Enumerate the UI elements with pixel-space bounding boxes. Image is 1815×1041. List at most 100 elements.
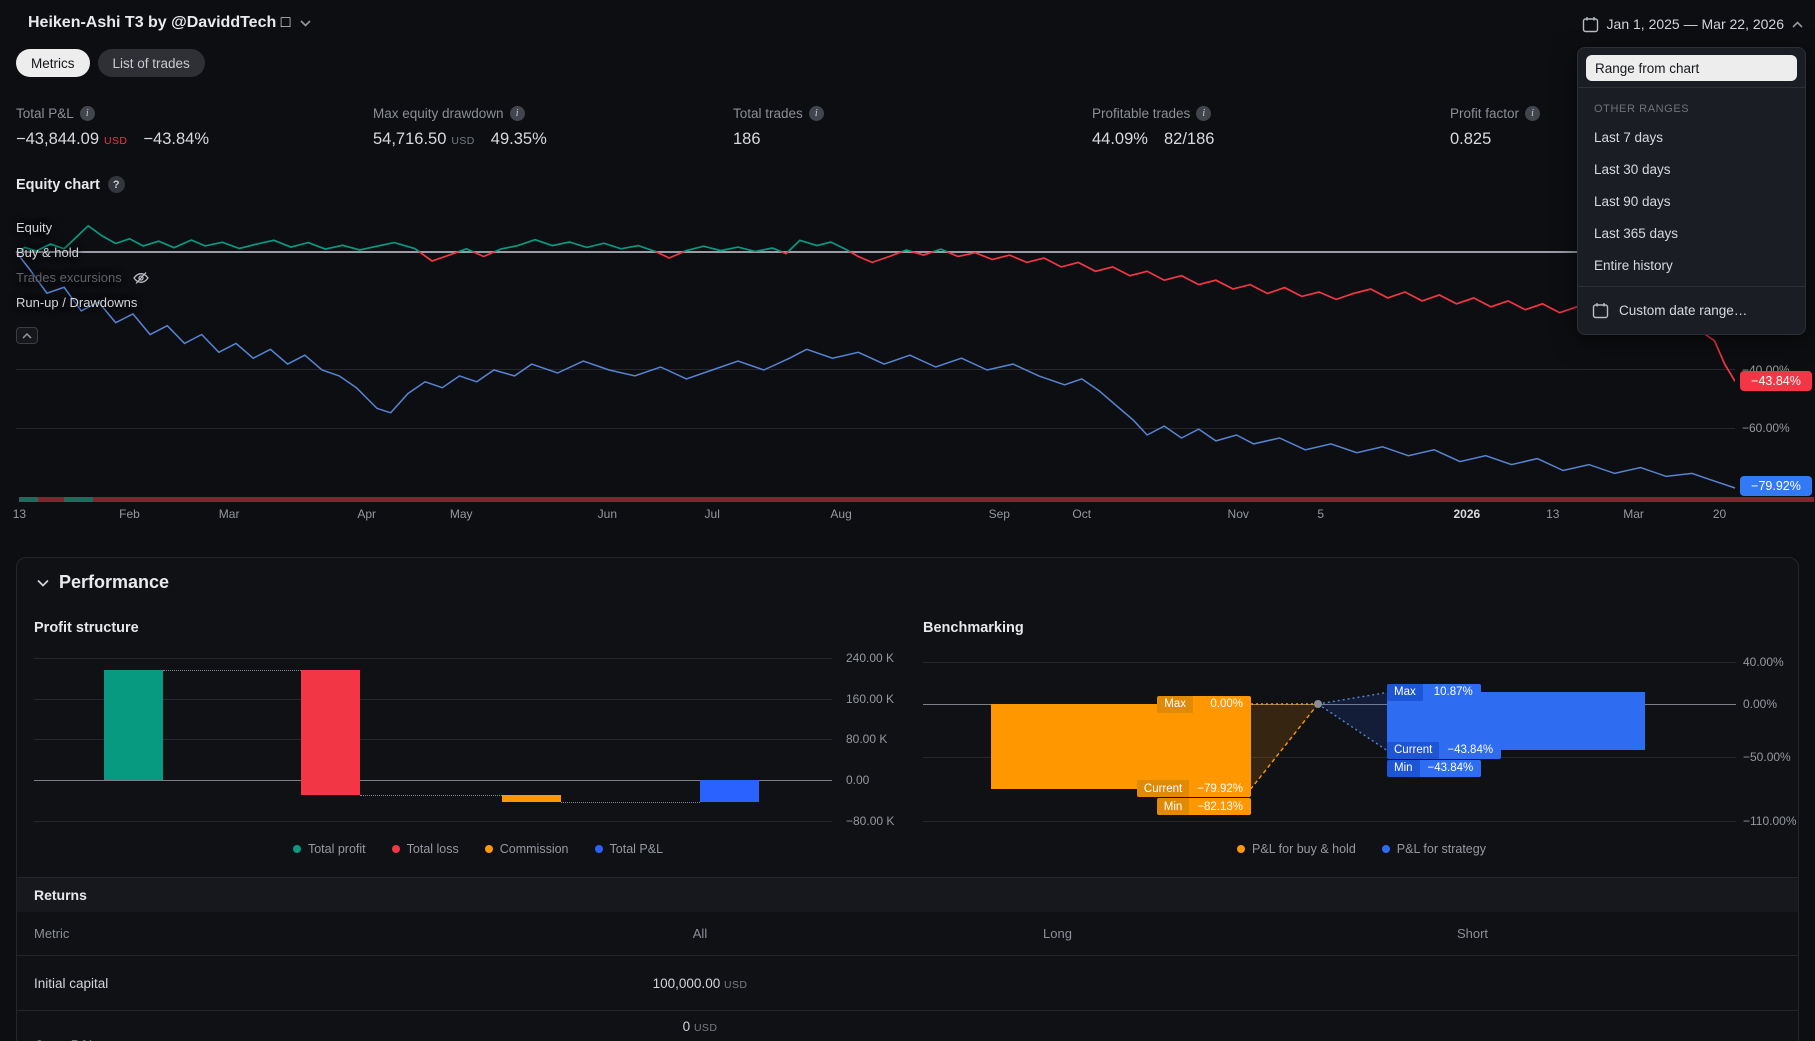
legend-commission[interactable]: Commission	[484, 842, 569, 856]
metric-label: Total P&L	[16, 105, 74, 121]
col-long: Long	[1043, 926, 1072, 941]
menu-item-last-90-days[interactable]: Last 90 days	[1578, 185, 1805, 217]
legend-pnl-strategy[interactable]: P&L for strategy	[1381, 842, 1486, 856]
metric-secondary: 49.35%	[490, 130, 547, 148]
gridline	[34, 658, 832, 660]
y-tick: 0.00	[846, 773, 870, 787]
trade-strip-segment	[38, 497, 65, 502]
legend-pnl-buyhold[interactable]: P&L for buy & hold	[1237, 842, 1356, 856]
view-tabs: Metrics List of trades	[16, 49, 205, 77]
menu-item-last-30-days[interactable]: Last 30 days	[1578, 153, 1805, 185]
waterfall-bar-total-profit	[104, 670, 164, 780]
x-tick: 5	[1317, 507, 1325, 521]
waterfall-bar-total-p-l	[700, 780, 760, 803]
metric-label: Profitable trades	[1092, 105, 1191, 121]
benchmarking-chart[interactable]: Max 0.00% Current −79.92% Min −82.13% Max 10…	[923, 651, 1798, 836]
menu-section-label: OTHER RANGES	[1594, 103, 1690, 115]
info-icon[interactable]	[808, 105, 824, 121]
performance-header[interactable]: Performance	[37, 572, 169, 593]
chevron-down-icon	[37, 579, 49, 587]
date-range-text: Jan 1, 2025 — Mar 22, 2026	[1606, 16, 1784, 32]
eye-off-icon[interactable]	[132, 271, 150, 285]
calendar-icon	[1592, 302, 1609, 318]
menu-divider	[1578, 286, 1805, 287]
menu-divider	[1578, 87, 1805, 88]
connector-dot	[1314, 700, 1322, 708]
table-row-open-pnl: Open P&L 0 USD	[17, 1011, 1798, 1041]
tab-list-of-trades[interactable]: List of trades	[97, 49, 205, 77]
menu-item-last-365-days[interactable]: Last 365 days	[1578, 217, 1805, 249]
y-tick: 160.00 K	[846, 691, 895, 706]
strategy-tester-app: Heiken-Ashi T3 by @DaviddTech □ Jan 1, 2…	[0, 0, 1815, 1041]
equity-chart-plot[interactable]	[15, 210, 1815, 502]
currency-unit: USD	[451, 135, 475, 147]
buyhold-value-badge: −79.92%	[1740, 476, 1812, 496]
x-tick: Mar	[218, 507, 240, 521]
legend-equity[interactable]: Equity	[16, 215, 150, 240]
metric-max-drawdown: Max equity drawdown 54,716.50 USD 49.35%	[373, 104, 547, 149]
legend-buy-and-hold[interactable]: Buy & hold	[16, 240, 150, 265]
buyhold-current-badge: Current −79.92%	[1136, 780, 1251, 798]
metric-profit-factor: Profit factor 0.825	[1450, 104, 1541, 149]
table-row-initial-capital: Initial capital 100,000.00 USD	[17, 956, 1798, 1011]
strategy-title[interactable]: Heiken-Ashi T3 by @DaviddTech □	[28, 14, 290, 32]
date-range-control[interactable]: Jan 1, 2025 — Mar 22, 2026	[1582, 10, 1803, 38]
x-tick: 13	[1546, 507, 1560, 521]
profit-structure-chart[interactable]: 240.00 K 160.00 K 80.00 K 0.00 −80.00 K	[34, 651, 922, 836]
chevron-up-icon	[22, 332, 32, 339]
equity-legend: Equity Buy & hold Trades excursions Run-…	[16, 215, 150, 344]
x-tick: 2026	[1453, 507, 1481, 521]
menu-item-last-7-days[interactable]: Last 7 days	[1578, 121, 1805, 153]
legend-total-loss[interactable]: Total loss	[391, 842, 459, 856]
trade-strip-segment	[93, 497, 1815, 502]
metric-secondary: −43.84%	[143, 130, 210, 148]
x-tick: Mar	[1623, 507, 1644, 521]
col-metric: Metric	[34, 926, 70, 941]
x-tick: Oct	[1072, 507, 1092, 521]
info-icon[interactable]	[509, 105, 525, 121]
info-icon[interactable]	[1196, 105, 1212, 121]
benchmarking-legend: P&L for buy & hold P&L for strategy	[923, 842, 1798, 856]
metric-label: Profit factor	[1450, 105, 1520, 121]
metric-value: 0.825	[1450, 130, 1492, 148]
y-tick: 80.00 K	[846, 732, 888, 747]
col-all: All	[692, 926, 708, 941]
x-tick: Nov	[1227, 507, 1249, 521]
equity-x-axis: 13 Feb Mar Apr May Jun Jul Aug Sep Oct Nov 5 2026 13 M…	[13, 507, 1735, 525]
metric-label: Max equity drawdown	[373, 105, 504, 121]
profit-structure-title: Profit structure	[34, 620, 139, 636]
legend-total-pnl[interactable]: Total P&L	[594, 842, 663, 856]
metric-secondary: 82/186	[1163, 130, 1215, 148]
profit-structure-legend: Total profit Total loss Commission Total…	[34, 842, 922, 856]
strategy-value-badge: −43.84%	[1740, 371, 1812, 391]
metric-value: 186	[733, 130, 761, 148]
waterfall-connector	[560, 802, 701, 804]
buyhold-max-badge: Max 0.00%	[1157, 695, 1251, 713]
metric-total-trades: Total trades 186	[733, 104, 824, 149]
returns-table: Metric All Long Short Initial capital 10…	[17, 912, 1798, 1041]
metric-profitable-trades: Profitable trades 44.09% 82/186	[1092, 104, 1214, 149]
row-label: Initial capital	[34, 975, 109, 991]
legend-runup-drawdowns[interactable]: Run-up / Drawdowns	[16, 290, 150, 315]
tab-metrics[interactable]: Metrics	[16, 49, 90, 77]
waterfall-bar-total-loss	[301, 670, 361, 796]
metric-value: −43,844.09	[16, 130, 100, 148]
date-range-menu: Range from chart OTHER RANGES Last 7 day…	[1577, 47, 1806, 335]
gridline	[34, 820, 832, 822]
menu-item-entire-history[interactable]: Entire history	[1578, 249, 1805, 281]
y-tick: −110.00%	[1743, 813, 1797, 828]
legend-trades-excursions[interactable]: Trades excursions	[16, 265, 150, 290]
collapse-legend-button[interactable]	[16, 327, 38, 344]
x-tick: Jun	[597, 507, 618, 521]
menu-item-range-from-chart[interactable]: Range from chart	[1586, 55, 1797, 81]
strategy-max-badge: Max 10.87%	[1387, 683, 1481, 701]
menu-item-custom-date-range[interactable]: Custom date range…	[1578, 292, 1805, 328]
legend-total-profit[interactable]: Total profit	[292, 842, 366, 856]
buyhold-min-badge: Min −82.13%	[1156, 798, 1251, 816]
info-icon[interactable]	[1525, 105, 1541, 121]
metric-label: Total trades	[733, 105, 803, 121]
info-icon[interactable]	[79, 105, 95, 121]
chevron-down-icon[interactable]	[300, 20, 311, 27]
help-icon[interactable]	[107, 176, 125, 193]
returns-header-row: Metric All Long Short	[17, 912, 1798, 956]
